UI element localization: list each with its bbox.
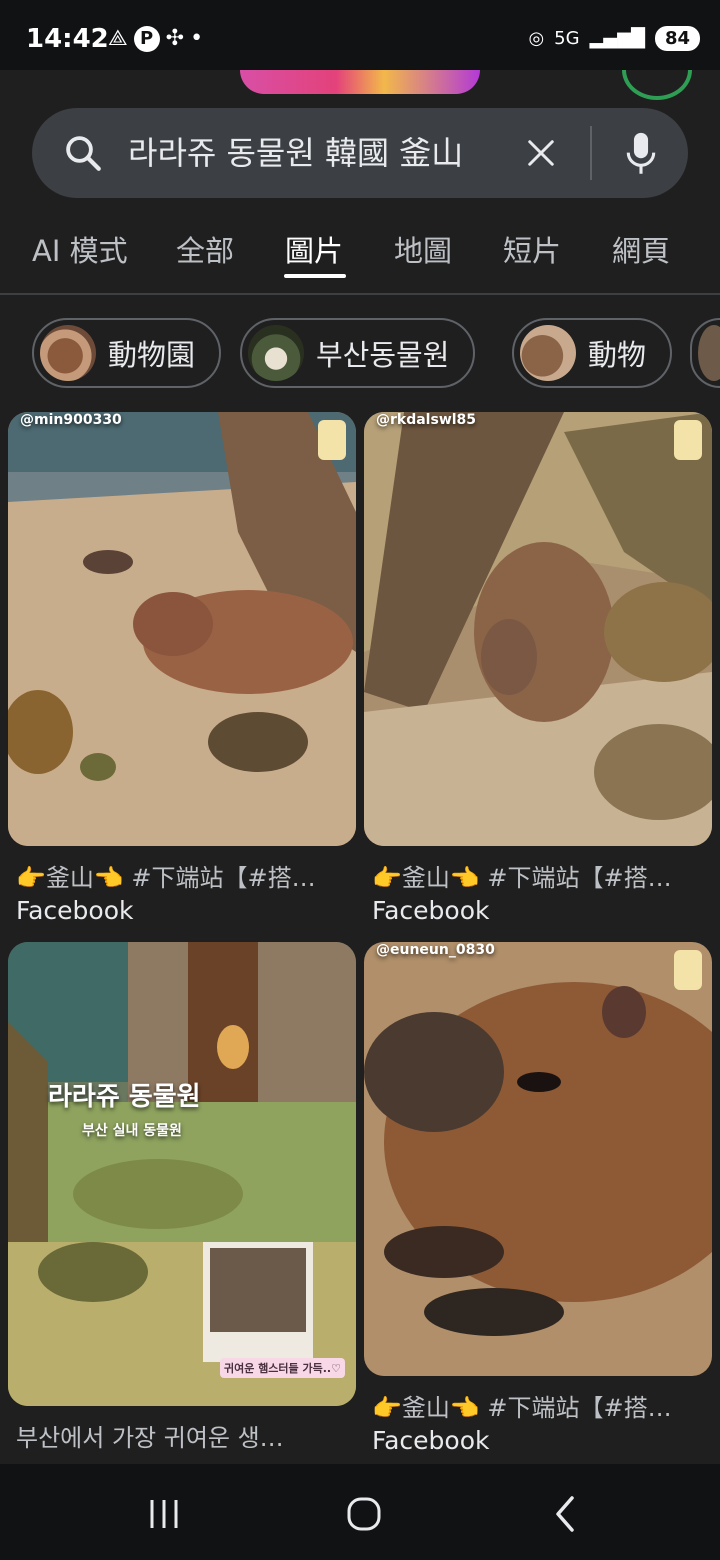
result-source[interactable]: Facebook — [372, 1426, 489, 1455]
chip-label: 動物園 — [108, 338, 196, 372]
fan-icon: ✣ — [165, 26, 185, 51]
result-title[interactable]: 부산에서 가장 귀여운 생… — [16, 1418, 352, 1453]
active-tab-indicator — [284, 274, 346, 278]
search-divider — [590, 126, 592, 180]
status-system-icons: ◎ 5G ▂▄▆█ 84 — [528, 26, 700, 51]
tab-maps[interactable]: 地圖 — [394, 228, 452, 270]
image-overlay-caption: 귀여운 햄스터들 가득..♡ — [220, 1358, 345, 1378]
result-source[interactable]: Facebook — [372, 896, 489, 925]
image-result-card[interactable]: @min900330 👉釜山👈 #下端站【#搭… Facebook — [8, 412, 356, 932]
signal-icon: ▂▄▆█ — [589, 28, 645, 49]
google-doodle-strip — [0, 70, 720, 100]
chip-zoo[interactable]: 動物園 — [32, 318, 222, 388]
network-icon: ⟁ — [108, 26, 128, 51]
tab-ai-mode[interactable]: AI 模式 — [32, 228, 128, 270]
image-watermark: @min900330 — [20, 412, 122, 428]
status-time: 14:42 — [26, 24, 109, 54]
capybara-photo — [8, 412, 356, 846]
result-title[interactable]: 👉釜山👈 #下端站【#搭… — [16, 858, 352, 893]
tab-all[interactable]: 全部 — [176, 228, 234, 270]
dot-icon: • — [190, 26, 204, 51]
image-result-card[interactable]: @rkdalswl85 👉釜山👈 #下端站【#搭… Facebook — [364, 412, 712, 932]
microphone-icon[interactable] — [624, 130, 658, 178]
result-image[interactable]: 라라쥬 동물원 부산 실내 동물원 귀여운 햄스터들 가득..♡ — [8, 942, 356, 1406]
result-image[interactable]: @rkdalswl85 — [364, 412, 712, 846]
tabs-divider — [0, 293, 720, 295]
chip-animals[interactable]: 動物 — [512, 318, 673, 388]
parking-icon: P — [133, 26, 160, 52]
chip-more[interactable] — [690, 318, 720, 388]
result-image[interactable]: @min900330 — [8, 412, 356, 846]
back-icon[interactable] — [546, 1494, 586, 1534]
search-fade — [462, 126, 532, 180]
search-tabs: AI 模式 全部 圖片 地圖 短片 網頁 — [0, 220, 720, 294]
image-watermark: @euneun_0830 — [376, 942, 495, 958]
search-icon[interactable] — [62, 132, 104, 174]
recent-apps-icon[interactable] — [144, 1494, 184, 1534]
close-icon[interactable] — [526, 138, 556, 168]
result-title[interactable]: 👉釜山👈 #下端站【#搭… — [372, 1388, 708, 1423]
result-source[interactable]: Facebook — [16, 896, 133, 925]
chip-label: 動物 — [588, 338, 647, 372]
chip-busan-zoo[interactable]: 부산동물원 — [240, 318, 476, 388]
home-icon[interactable] — [344, 1494, 384, 1534]
image-overlay-subtitle: 부산 실내 동물원 — [82, 1123, 182, 1139]
image-result-card[interactable]: @euneun_0830 👉釜山👈 #下端站【#搭… Facebook — [364, 942, 712, 1462]
hotspot-icon: ◎ — [528, 28, 545, 49]
image-watermark: @rkdalswl85 — [376, 412, 477, 428]
battery-level: 84 — [654, 26, 700, 51]
status-bar: 14:42 ⟁ P ✣ • ◎ 5G ▂▄▆█ 84 — [0, 0, 720, 72]
capybara-photo — [364, 942, 712, 1376]
chip-thumbnail — [520, 325, 576, 381]
google-doodle[interactable] — [240, 70, 480, 94]
chip-thumbnail — [698, 325, 720, 381]
tab-web[interactable]: 網頁 — [612, 228, 670, 270]
capybara-photo — [364, 412, 712, 846]
network-type: 5G — [554, 28, 580, 49]
tab-videos[interactable]: 短片 — [503, 228, 561, 270]
result-image[interactable]: @euneun_0830 — [364, 942, 712, 1376]
chip-thumbnail — [40, 325, 96, 381]
result-title[interactable]: 👉釜山👈 #下端站【#搭… — [372, 858, 708, 893]
capybara-photo — [8, 942, 356, 1406]
avatar[interactable] — [622, 70, 692, 100]
tab-images[interactable]: 圖片 — [285, 228, 343, 270]
status-notification-icons: ⟁ P ✣ • — [108, 26, 203, 52]
image-result-card[interactable]: 라라쥬 동물원 부산 실내 동물원 귀여운 햄스터들 가득..♡ 부산에서 가장… — [8, 942, 356, 1462]
chip-label: 부산동물원 — [316, 338, 450, 372]
image-overlay-title: 라라쥬 동물원 — [48, 1082, 201, 1112]
system-navigation-bar — [0, 1464, 720, 1560]
chip-thumbnail — [248, 325, 304, 381]
search-bar[interactable]: 라라쥬 동물원 韓國 釜山 — [32, 108, 688, 198]
